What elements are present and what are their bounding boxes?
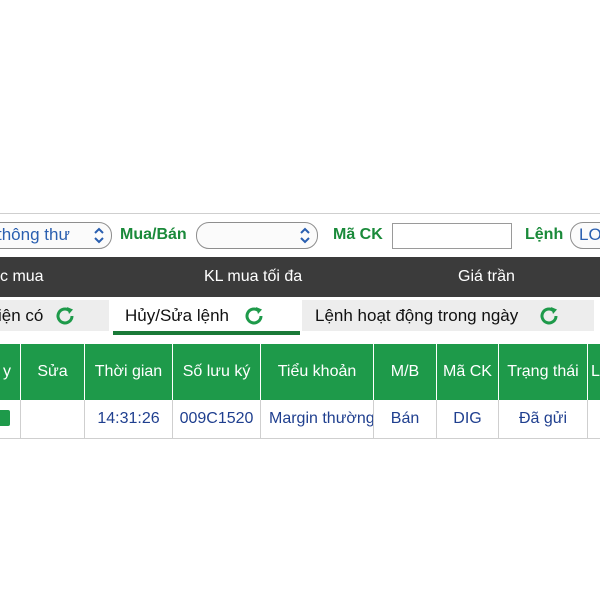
col-side-header: M/B — [373, 344, 436, 400]
order-label: Lệnh — [525, 226, 564, 243]
refresh-icon[interactable] — [54, 305, 76, 331]
col-edit-header: Sửa — [20, 344, 84, 400]
order-type-value: thông thư — [0, 225, 70, 244]
refresh-icon[interactable] — [243, 305, 265, 331]
stock-code-input[interactable] — [392, 223, 512, 249]
col-sub-account-header: Tiểu khoản — [260, 344, 373, 400]
col-depository-header: Số lưu ký — [172, 344, 260, 400]
col-time-header: Thời gian — [84, 344, 172, 400]
order-select[interactable]: LO — [570, 222, 600, 249]
table-row[interactable]: 14:31:26 009C1520 Margin thường Bán DIG … — [0, 400, 600, 439]
row-symbol-cell: DIG — [436, 400, 498, 438]
buysell-select[interactable] — [196, 222, 318, 249]
tab-label: Lệnh hoạt động trong ngày — [315, 306, 519, 325]
col-select-header: y — [3, 363, 11, 380]
info-buy-label: c mua — [0, 268, 44, 285]
order-select-value: LO — [579, 225, 600, 244]
row-time-cell: 14:31:26 — [84, 400, 172, 438]
buying-info-bar: c mua KL mua tối đa Giá trần — [0, 257, 600, 297]
row-side-cell: Bán — [373, 400, 436, 438]
orders-table-header: y Sửa Thời gian Số lưu ký Tiểu khoản M/B… — [0, 344, 600, 400]
order-tabs: iện có Hủy/Sửa lệnh Lệnh hoạt động trong… — [0, 297, 600, 339]
row-edit-cell[interactable] — [20, 400, 84, 438]
info-max-buy-qty-label: KL mua tối đa — [204, 268, 303, 285]
col-status-header: Trạng thái — [498, 344, 587, 400]
tab-label: iện có — [0, 306, 44, 325]
tab-available[interactable]: iện có — [0, 300, 109, 331]
order-screen: thông thư Mua/Bán Mã CK Lệnh LO c mua KL… — [0, 0, 600, 600]
tab-cancel-modify-order[interactable]: Hủy/Sửa lệnh — [113, 300, 300, 335]
row-status-cell: Đã gửi — [498, 400, 587, 438]
col-symbol-header: Mã CK — [436, 344, 498, 400]
chevron-up-down-icon — [93, 227, 105, 248]
info-ceiling-price-label: Giá trần — [458, 268, 515, 285]
row-select-cell[interactable] — [0, 400, 20, 438]
col-more-header: L — [587, 344, 600, 400]
refresh-icon[interactable] — [538, 305, 560, 331]
order-type-select[interactable]: thông thư — [0, 222, 112, 249]
row-more-cell — [587, 400, 600, 438]
tab-active-orders-today[interactable]: Lệnh hoạt động trong ngày — [302, 300, 594, 331]
stock-code-label: Mã CK — [333, 226, 383, 243]
row-depository-cell: 009C1520 — [172, 400, 260, 438]
order-filter-bar: thông thư Mua/Bán Mã CK Lệnh LO — [0, 213, 600, 257]
tab-label: Hủy/Sửa lệnh — [125, 306, 229, 325]
row-sub-account-cell: Margin thường — [260, 400, 373, 438]
buysell-label: Mua/Bán — [120, 226, 187, 243]
row-select-button[interactable] — [0, 410, 10, 426]
chevron-up-down-icon — [299, 227, 311, 248]
